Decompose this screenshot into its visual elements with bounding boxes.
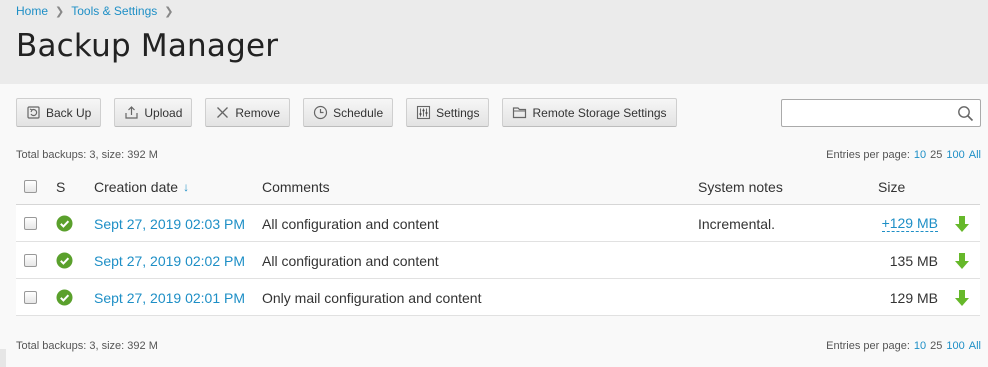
schedule-button[interactable]: Schedule bbox=[303, 98, 394, 127]
table-row: Sept 27, 2019 02:03 PM All configuration… bbox=[16, 205, 980, 242]
backups-table: S Creation date ↓ Comments System notes … bbox=[16, 168, 980, 316]
settings-label: Settings bbox=[436, 105, 480, 120]
backup-icon bbox=[26, 105, 41, 120]
breadcrumb: Home ❯ Tools & Settings ❯ bbox=[16, 4, 181, 18]
per-page-all-link[interactable]: All bbox=[969, 340, 981, 352]
backup-system-notes: Incremental. bbox=[698, 215, 776, 232]
sliders-icon bbox=[416, 105, 431, 120]
remove-label: Remove bbox=[235, 105, 281, 120]
upload-icon bbox=[124, 105, 139, 120]
remote-storage-settings-button[interactable]: Remote Storage Settings bbox=[502, 98, 677, 127]
column-creation-date-header[interactable]: Creation date ↓ bbox=[94, 168, 189, 205]
sort-down-arrow-icon: ↓ bbox=[183, 179, 190, 194]
check-circle-icon bbox=[56, 252, 73, 269]
backup-size-link[interactable]: +129 MB bbox=[881, 215, 938, 232]
entries-per-page-label: Entries per page: bbox=[826, 340, 910, 352]
download-arrow-icon[interactable] bbox=[954, 215, 970, 233]
remote-storage-settings-label: Remote Storage Settings bbox=[532, 105, 667, 120]
page-title: Backup Manager bbox=[16, 28, 279, 64]
breadcrumb-separator-icon: ❯ bbox=[164, 5, 174, 18]
schedule-label: Schedule bbox=[333, 105, 384, 120]
table-row: Sept 27, 2019 02:01 PM Only mail configu… bbox=[16, 279, 980, 316]
column-status-header: S bbox=[56, 178, 66, 195]
back-up-label: Back Up bbox=[46, 105, 92, 120]
per-page-25-current: 25 bbox=[930, 149, 943, 161]
column-comments-header: Comments bbox=[262, 178, 330, 195]
page-header: Home ❯ Tools & Settings ❯ Backup Manager bbox=[0, 0, 988, 84]
search-icon[interactable] bbox=[957, 105, 974, 122]
download-arrow-icon[interactable] bbox=[954, 289, 970, 307]
toolbar: Back Up Upload Remove Schedule Settings … bbox=[16, 98, 690, 127]
search-input[interactable] bbox=[782, 100, 952, 126]
check-circle-icon bbox=[56, 215, 73, 232]
remove-button[interactable]: Remove bbox=[205, 98, 291, 127]
folder-icon bbox=[512, 105, 527, 120]
backup-date-link[interactable]: Sept 27, 2019 02:01 PM bbox=[94, 290, 245, 306]
backup-date-link[interactable]: Sept 27, 2019 02:02 PM bbox=[94, 253, 245, 269]
backup-comments: Only mail configuration and content bbox=[262, 289, 482, 306]
per-page-100-link[interactable]: 100 bbox=[946, 149, 964, 161]
upload-button[interactable]: Upload bbox=[114, 98, 193, 127]
breadcrumb-tools-settings-link[interactable]: Tools & Settings bbox=[71, 4, 157, 18]
check-circle-icon bbox=[56, 289, 73, 306]
column-size-header: Size bbox=[878, 178, 906, 195]
backup-date-link[interactable]: Sept 27, 2019 02:03 PM bbox=[94, 216, 245, 232]
per-page-100-link[interactable]: 100 bbox=[946, 340, 964, 352]
backup-size: 135 MB bbox=[889, 252, 938, 269]
backup-comments: All configuration and content bbox=[262, 252, 439, 269]
back-up-button[interactable]: Back Up bbox=[16, 98, 102, 127]
backup-size: 129 MB bbox=[889, 289, 938, 306]
per-page-all-link[interactable]: All bbox=[969, 149, 981, 161]
backup-comments: All configuration and content bbox=[262, 215, 439, 232]
settings-button[interactable]: Settings bbox=[406, 98, 490, 127]
upload-label: Upload bbox=[144, 105, 183, 120]
entries-per-page-bottom: Entries per page: 10 25 100 All bbox=[826, 340, 981, 352]
per-page-25-current: 25 bbox=[930, 340, 943, 352]
row-checkbox[interactable] bbox=[24, 217, 37, 230]
per-page-10-link[interactable]: 10 bbox=[914, 149, 926, 161]
entries-per-page-label: Entries per page: bbox=[826, 149, 910, 161]
creation-date-header-label: Creation date bbox=[94, 178, 179, 195]
per-page-10-link[interactable]: 10 bbox=[914, 340, 926, 352]
scrollbar-stub[interactable] bbox=[0, 349, 6, 367]
total-backups-summary-top: Total backups: 3, size: 392 M bbox=[16, 149, 158, 161]
entries-per-page-top: Entries per page: 10 25 100 All bbox=[826, 149, 981, 161]
column-system-notes-header: System notes bbox=[698, 178, 783, 195]
breadcrumb-home-link[interactable]: Home bbox=[16, 4, 48, 18]
select-all-checkbox[interactable] bbox=[24, 180, 37, 193]
search-box bbox=[781, 99, 981, 127]
breadcrumb-separator-icon: ❯ bbox=[55, 5, 65, 18]
total-backups-summary-bottom: Total backups: 3, size: 392 M bbox=[16, 340, 158, 352]
table-row: Sept 27, 2019 02:02 PM All configuration… bbox=[16, 242, 980, 279]
clock-icon bbox=[313, 105, 328, 120]
row-checkbox[interactable] bbox=[24, 291, 37, 304]
remove-x-icon bbox=[215, 105, 230, 120]
row-checkbox[interactable] bbox=[24, 254, 37, 267]
table-header-row: S Creation date ↓ Comments System notes … bbox=[16, 168, 980, 205]
download-arrow-icon[interactable] bbox=[954, 252, 970, 270]
